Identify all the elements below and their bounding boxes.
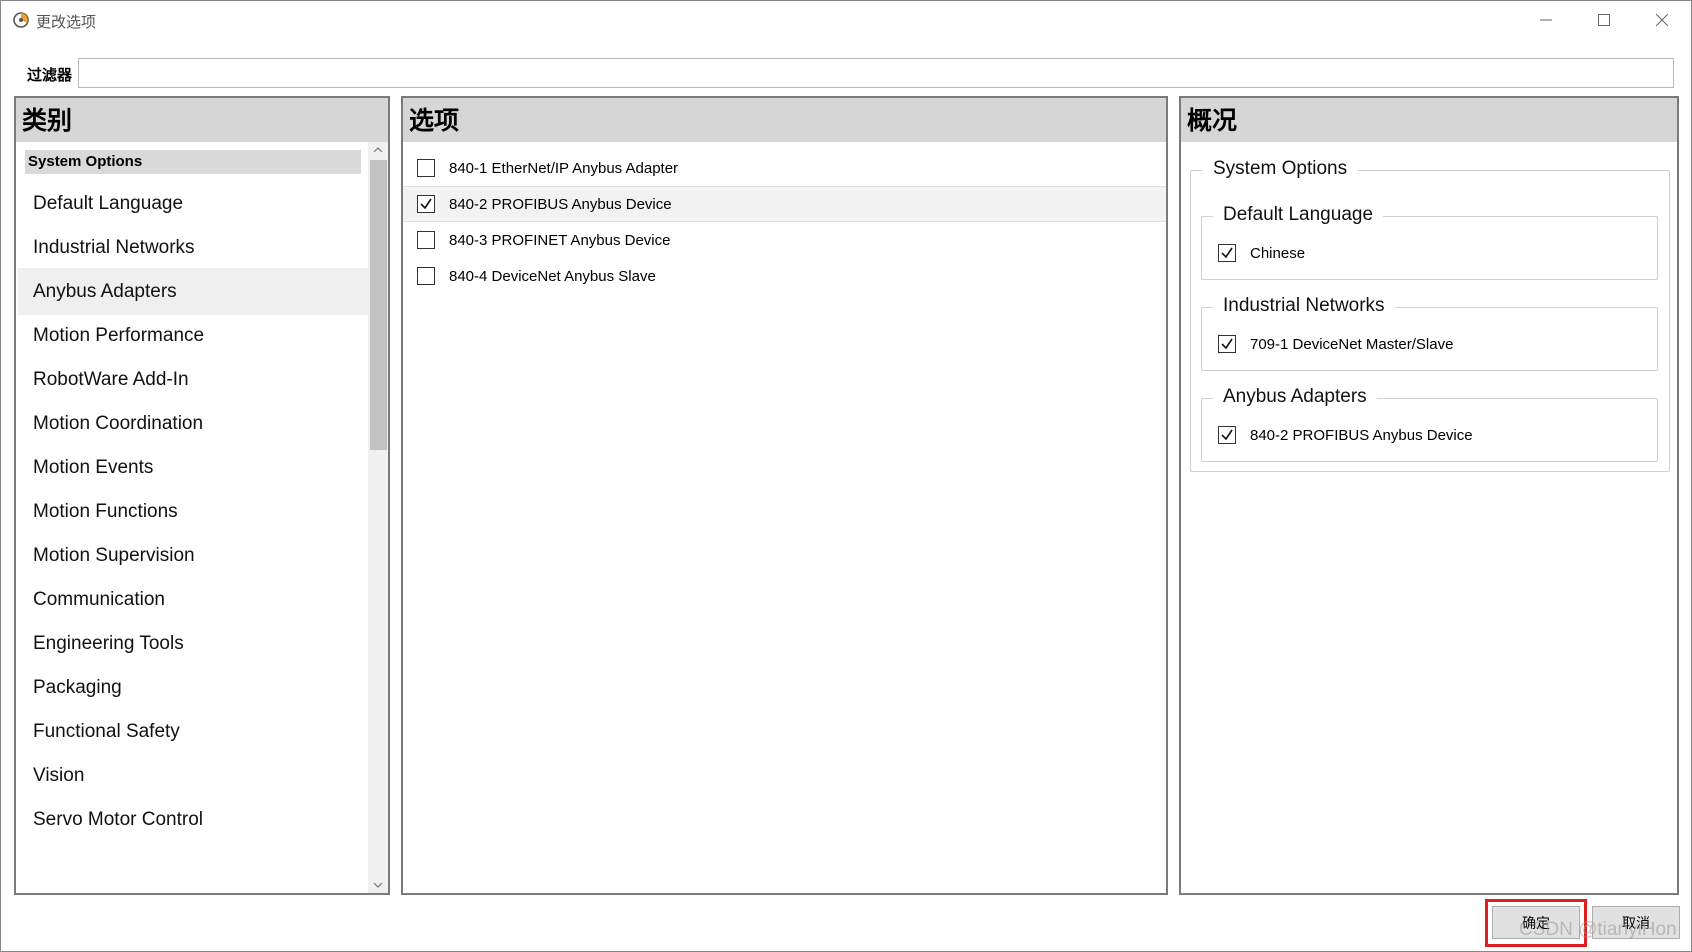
summary-section-industrial-networks: Industrial Networks 709-1 DeviceNet Mast… [1201, 295, 1658, 371]
summary-section-anybus-adapters: Anybus Adapters 840-2 PROFIBUS Anybus De… [1201, 386, 1658, 462]
maximize-button[interactable] [1575, 1, 1633, 39]
summary-header: 概况 [1181, 98, 1677, 142]
category-item-packaging[interactable]: Packaging [18, 664, 368, 711]
summary-panel: 概况 System Options Default Language Chine… [1179, 96, 1679, 895]
summary-checkbox [1218, 244, 1236, 262]
summary-item: Chinese [1218, 244, 1305, 262]
category-item-servo-motor-control[interactable]: Servo Motor Control [18, 796, 368, 843]
close-button[interactable] [1633, 1, 1691, 39]
summary-section-title: Anybus Adapters [1213, 386, 1377, 408]
option-label: 840-2 PROFIBUS Anybus Device [449, 195, 672, 213]
category-scrollbar[interactable] [368, 142, 388, 893]
category-item-functional-safety[interactable]: Functional Safety [18, 708, 368, 755]
category-panel: 类别 System Options Default Language Indus… [14, 96, 390, 895]
summary-checkbox [1218, 335, 1236, 353]
option-checkbox[interactable] [417, 231, 435, 249]
filter-input[interactable] [78, 58, 1674, 88]
category-list: System Options Default Language Industri… [16, 142, 368, 893]
watermark: CSDN @tianyiHon [1519, 919, 1677, 940]
category-item-vision[interactable]: Vision [18, 752, 368, 799]
option-row[interactable]: 840-1 EtherNet/IP Anybus Adapter [403, 150, 1166, 186]
option-row[interactable]: 840-4 DeviceNet Anybus Slave [403, 258, 1166, 294]
summary-group-label: System Options [1203, 158, 1358, 180]
option-label: 840-4 DeviceNet Anybus Slave [449, 267, 656, 285]
category-item-communication[interactable]: Communication [18, 576, 368, 623]
option-row[interactable]: 840-2 PROFIBUS Anybus Device [403, 186, 1166, 222]
summary-section-default-language: Default Language Chinese [1201, 204, 1658, 280]
close-icon [1656, 14, 1668, 26]
scroll-down-button[interactable] [368, 877, 388, 893]
summary-section-title: Industrial Networks [1213, 295, 1395, 317]
checkmark-icon [420, 198, 432, 210]
window-title: 更改选项 [36, 14, 97, 31]
option-checkbox[interactable] [417, 195, 435, 213]
category-item-default-language[interactable]: Default Language [18, 180, 368, 227]
option-label: 840-1 EtherNet/IP Anybus Adapter [449, 159, 679, 177]
summary-item-label: 709-1 DeviceNet Master/Slave [1250, 335, 1454, 353]
app-logo-icon [13, 12, 29, 28]
category-item-motion-supervision[interactable]: Motion Supervision [18, 532, 368, 579]
checkmark-icon [1221, 429, 1233, 441]
option-row[interactable]: 840-3 PROFINET Anybus Device [403, 222, 1166, 258]
options-panel: 选项 840-1 EtherNet/IP Anybus Adapter 840-… [401, 96, 1168, 895]
category-item-motion-performance[interactable]: Motion Performance [18, 312, 368, 359]
category-item-robotware-add-in[interactable]: RobotWare Add-In [18, 356, 368, 403]
change-options-window: 更改选项 过滤器 类别 System Options Default Langu… [0, 0, 1692, 952]
category-item-anybus-adapters[interactable]: Anybus Adapters [18, 268, 368, 315]
summary-item-label: 840-2 PROFIBUS Anybus Device [1250, 426, 1473, 444]
summary-checkbox [1218, 426, 1236, 444]
summary-item-label: Chinese [1250, 244, 1306, 262]
filter-label: 过滤器 [27, 67, 73, 84]
title-bar: 更改选项 [1, 1, 1691, 39]
options-header: 选项 [403, 98, 1166, 142]
category-group-label[interactable]: System Options [25, 150, 361, 174]
minimize-button[interactable] [1517, 1, 1575, 39]
option-checkbox[interactable] [417, 267, 435, 285]
category-item-industrial-networks[interactable]: Industrial Networks [18, 224, 368, 271]
summary-group-system-options: System Options Default Language Chinese … [1190, 158, 1670, 472]
summary-section-title: Default Language [1213, 204, 1384, 226]
maximize-icon [1598, 14, 1610, 26]
option-label: 840-3 PROFINET Anybus Device [449, 231, 671, 249]
chevron-down-icon [373, 882, 383, 888]
option-checkbox[interactable] [417, 159, 435, 177]
checkmark-icon [1221, 338, 1233, 350]
category-header: 类别 [16, 98, 388, 142]
category-item-engineering-tools[interactable]: Engineering Tools [18, 620, 368, 667]
chevron-up-icon [373, 147, 383, 153]
summary-item: 709-1 DeviceNet Master/Slave [1218, 335, 1453, 353]
category-item-motion-coordination[interactable]: Motion Coordination [18, 400, 368, 447]
summary-item: 840-2 PROFIBUS Anybus Device [1218, 426, 1473, 444]
scroll-thumb[interactable] [370, 160, 387, 450]
category-item-motion-functions[interactable]: Motion Functions [18, 488, 368, 535]
category-item-motion-events[interactable]: Motion Events [18, 444, 368, 491]
minimize-icon [1540, 19, 1552, 21]
checkmark-icon [1221, 247, 1233, 259]
scroll-up-button[interactable] [368, 142, 388, 158]
